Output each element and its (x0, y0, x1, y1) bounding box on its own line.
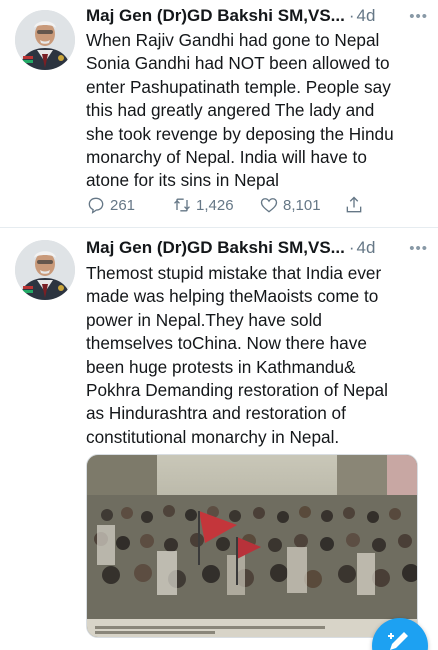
separator-dot: · (348, 6, 355, 25)
tweet-actions: 261 1,426 8,101 (86, 194, 386, 216)
tweet-header: Maj Gen (Dr)GD Bakshi SM,VS... · 4d ••• (86, 236, 428, 260)
tweet-photo[interactable] (86, 454, 418, 638)
avatar[interactable] (15, 10, 75, 70)
like-button[interactable]: 8,101 (259, 194, 321, 216)
tweet[interactable]: Maj Gen (Dr)GD Bakshi SM,VS... · 4d ••• … (0, 228, 438, 650)
tweet-text: When Rajiv Gandhi had gone to Nepal Soni… (86, 30, 394, 191)
avatar-image (15, 240, 75, 300)
timestamp[interactable]: 4d (357, 238, 376, 258)
more-icon[interactable]: ••• (409, 8, 428, 25)
like-count: 8,101 (283, 196, 321, 214)
avatar[interactable] (15, 240, 75, 300)
timestamp[interactable]: 4d (357, 6, 376, 26)
compose-tweet-icon (388, 632, 408, 650)
author-name[interactable]: Maj Gen (Dr)GD Bakshi SM,VS... (86, 238, 345, 258)
tweet-header: Maj Gen (Dr)GD Bakshi SM,VS... · 4d ••• (86, 4, 428, 28)
retweet-button[interactable]: 1,426 (172, 194, 234, 216)
more-icon[interactable]: ••• (409, 240, 428, 257)
protest-crowd-photo (87, 455, 417, 637)
reply-button[interactable]: 261 (86, 194, 135, 216)
share-icon (346, 196, 362, 213)
author-name[interactable]: Maj Gen (Dr)GD Bakshi SM,VS... (86, 6, 345, 26)
heart-icon (260, 198, 278, 213)
reply-count: 261 (110, 196, 136, 214)
share-button[interactable] (344, 194, 364, 216)
tweet-text: Themost stupid mistake that India ever m… (86, 263, 388, 447)
retweet-count: 1,426 (196, 196, 234, 214)
reply-icon (88, 197, 104, 214)
separator-dot: · (348, 238, 355, 257)
tweet[interactable]: Maj Gen (Dr)GD Bakshi SM,VS... · 4d ••• … (0, 0, 438, 228)
retweet-icon (174, 198, 190, 212)
avatar-image (15, 10, 75, 70)
